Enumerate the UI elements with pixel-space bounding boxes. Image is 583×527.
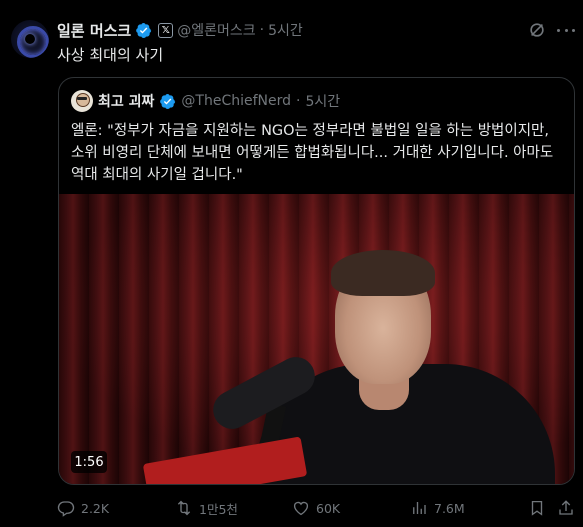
quote-separator-dot: · [296,93,301,109]
quote-time[interactable]: 5시간 [305,91,340,111]
quoted-tweet[interactable]: 최고 괴짜 @TheChiefNerd · 5시간 엘론: "정부가 자금을 지… [58,77,575,485]
grok-icon[interactable] [528,21,546,39]
tweet-time[interactable]: 5시간 [268,20,303,40]
author-handle[interactable]: @엘론머스크 [177,20,255,40]
separator-dot: · [259,22,265,38]
repost-icon [177,500,191,516]
verified-badge-icon [135,22,152,39]
tweet-header: 일론 머스크 𝕏 @엘론머스크 · 5시간 [57,19,303,41]
author-display-name[interactable]: 일론 머스크 [57,20,131,41]
x-affiliate-badge-icon: 𝕏 [158,22,174,38]
views-chart-icon [413,502,426,514]
share-button[interactable] [557,497,575,519]
heart-icon [293,501,309,516]
quote-author-avatar[interactable] [71,90,93,112]
reply-button[interactable]: 2.2K [57,497,109,519]
tweet-text: 사상 최대의 사기 [57,46,164,64]
bookmark-icon [531,500,543,516]
views-button[interactable]: 7.6M [410,497,465,519]
tweet[interactable]: 일론 머스크 𝕏 @엘론머스크 · 5시간 사상 최대의 사기 최고 괴짜 @T… [0,0,583,527]
reply-count: 2.2K [81,500,110,516]
share-icon [559,500,573,515]
more-options-icon[interactable] [557,21,575,39]
video-person-hair [331,250,435,296]
quote-header: 최고 괴짜 @TheChiefNerd · 5시간 [71,90,340,112]
reply-icon [57,501,75,517]
like-button[interactable]: 60K [292,497,340,519]
views-count: 7.6M [434,500,465,516]
quote-verified-badge-icon [159,93,176,110]
like-count: 60K [316,500,341,516]
quote-display-name[interactable]: 최고 괴짜 [98,91,154,111]
repost-button[interactable]: 1만5천 [175,497,238,519]
repost-count: 1만5천 [199,501,238,517]
video-mixer [142,436,308,484]
video-duration: 1:56 [71,451,107,473]
author-avatar[interactable] [11,20,49,58]
quote-text: 엘론: "정부가 자금을 지원하는 NGO는 정부라면 불법일 일을 하는 방법… [71,123,554,183]
quote-handle[interactable]: @TheChiefNerd [181,93,291,109]
bookmark-button[interactable] [528,497,546,519]
video-player[interactable] [59,194,574,484]
action-bar: 2.2K 1만5천 60K 7.6M [0,497,583,519]
